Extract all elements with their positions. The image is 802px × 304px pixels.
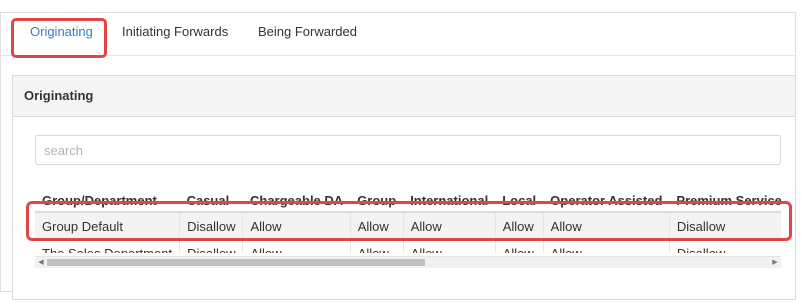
cell-premium-service: Disallow	[669, 239, 781, 253]
cell-local: Allow	[495, 212, 544, 240]
cell-group: Allow	[350, 212, 404, 240]
triangle-right-icon[interactable]: ▶	[770, 259, 780, 267]
tab-initiating-forwards[interactable]: Initiating Forwards	[110, 12, 240, 52]
table-row-sales-department[interactable]: The Sales Department Disallow Allow Allo…	[35, 239, 781, 253]
permissions-table: Group/Department Casual Chargeable DA Gr…	[35, 189, 781, 253]
panel-title: Originating	[13, 76, 795, 117]
cell-group-department: Group Default	[35, 212, 181, 240]
tab-originating[interactable]: Originating	[18, 12, 105, 52]
cell-operator-assisted: Allow	[543, 212, 670, 240]
column-header-local[interactable]: Local	[495, 189, 544, 213]
cell-local: Allow	[495, 239, 544, 253]
cell-casual: Disallow	[179, 239, 244, 253]
table-header-row: Group/Department Casual Chargeable DA Gr…	[35, 189, 781, 213]
table-row-group-default[interactable]: Group Default Disallow Allow Allow Allow…	[35, 212, 781, 240]
cell-chargeable-da: Allow	[242, 212, 351, 240]
tab-being-forwarded[interactable]: Being Forwarded	[246, 12, 369, 52]
scrollbar-thumb[interactable]	[47, 259, 425, 266]
horizontal-scrollbar[interactable]: ◀ ▶	[35, 256, 781, 268]
cell-chargeable-da: Allow	[242, 239, 351, 253]
triangle-left-icon[interactable]: ◀	[36, 259, 46, 267]
cell-premium-service: Disallow	[669, 212, 781, 240]
column-header-casual[interactable]: Casual	[179, 189, 243, 213]
column-header-operator-assisted[interactable]: Operator Assisted	[543, 189, 670, 213]
column-header-international[interactable]: International	[403, 189, 496, 213]
cell-international: Allow	[403, 239, 496, 253]
cell-group: Allow	[350, 239, 404, 253]
tab-divider	[0, 55, 796, 56]
table-scroll-area: Group/Department Casual Chargeable DA Gr…	[35, 189, 781, 253]
tab-bar: Originating Initiating Forwards Being Fo…	[0, 12, 796, 56]
column-header-group[interactable]: Group	[350, 189, 404, 213]
column-header-group-department[interactable]: Group/Department	[35, 189, 180, 213]
cell-international: Allow	[403, 212, 496, 240]
cell-group-department: The Sales Department	[35, 239, 181, 253]
search-input[interactable]	[35, 135, 781, 165]
originating-panel: Originating Group/Department Casual Char…	[12, 75, 796, 300]
cell-casual: Disallow	[179, 212, 244, 240]
column-header-chargeable-da[interactable]: Chargeable DA	[242, 189, 351, 213]
cell-operator-assisted: Allow	[543, 239, 670, 253]
column-header-premium-service[interactable]: Premium Service	[669, 189, 781, 213]
